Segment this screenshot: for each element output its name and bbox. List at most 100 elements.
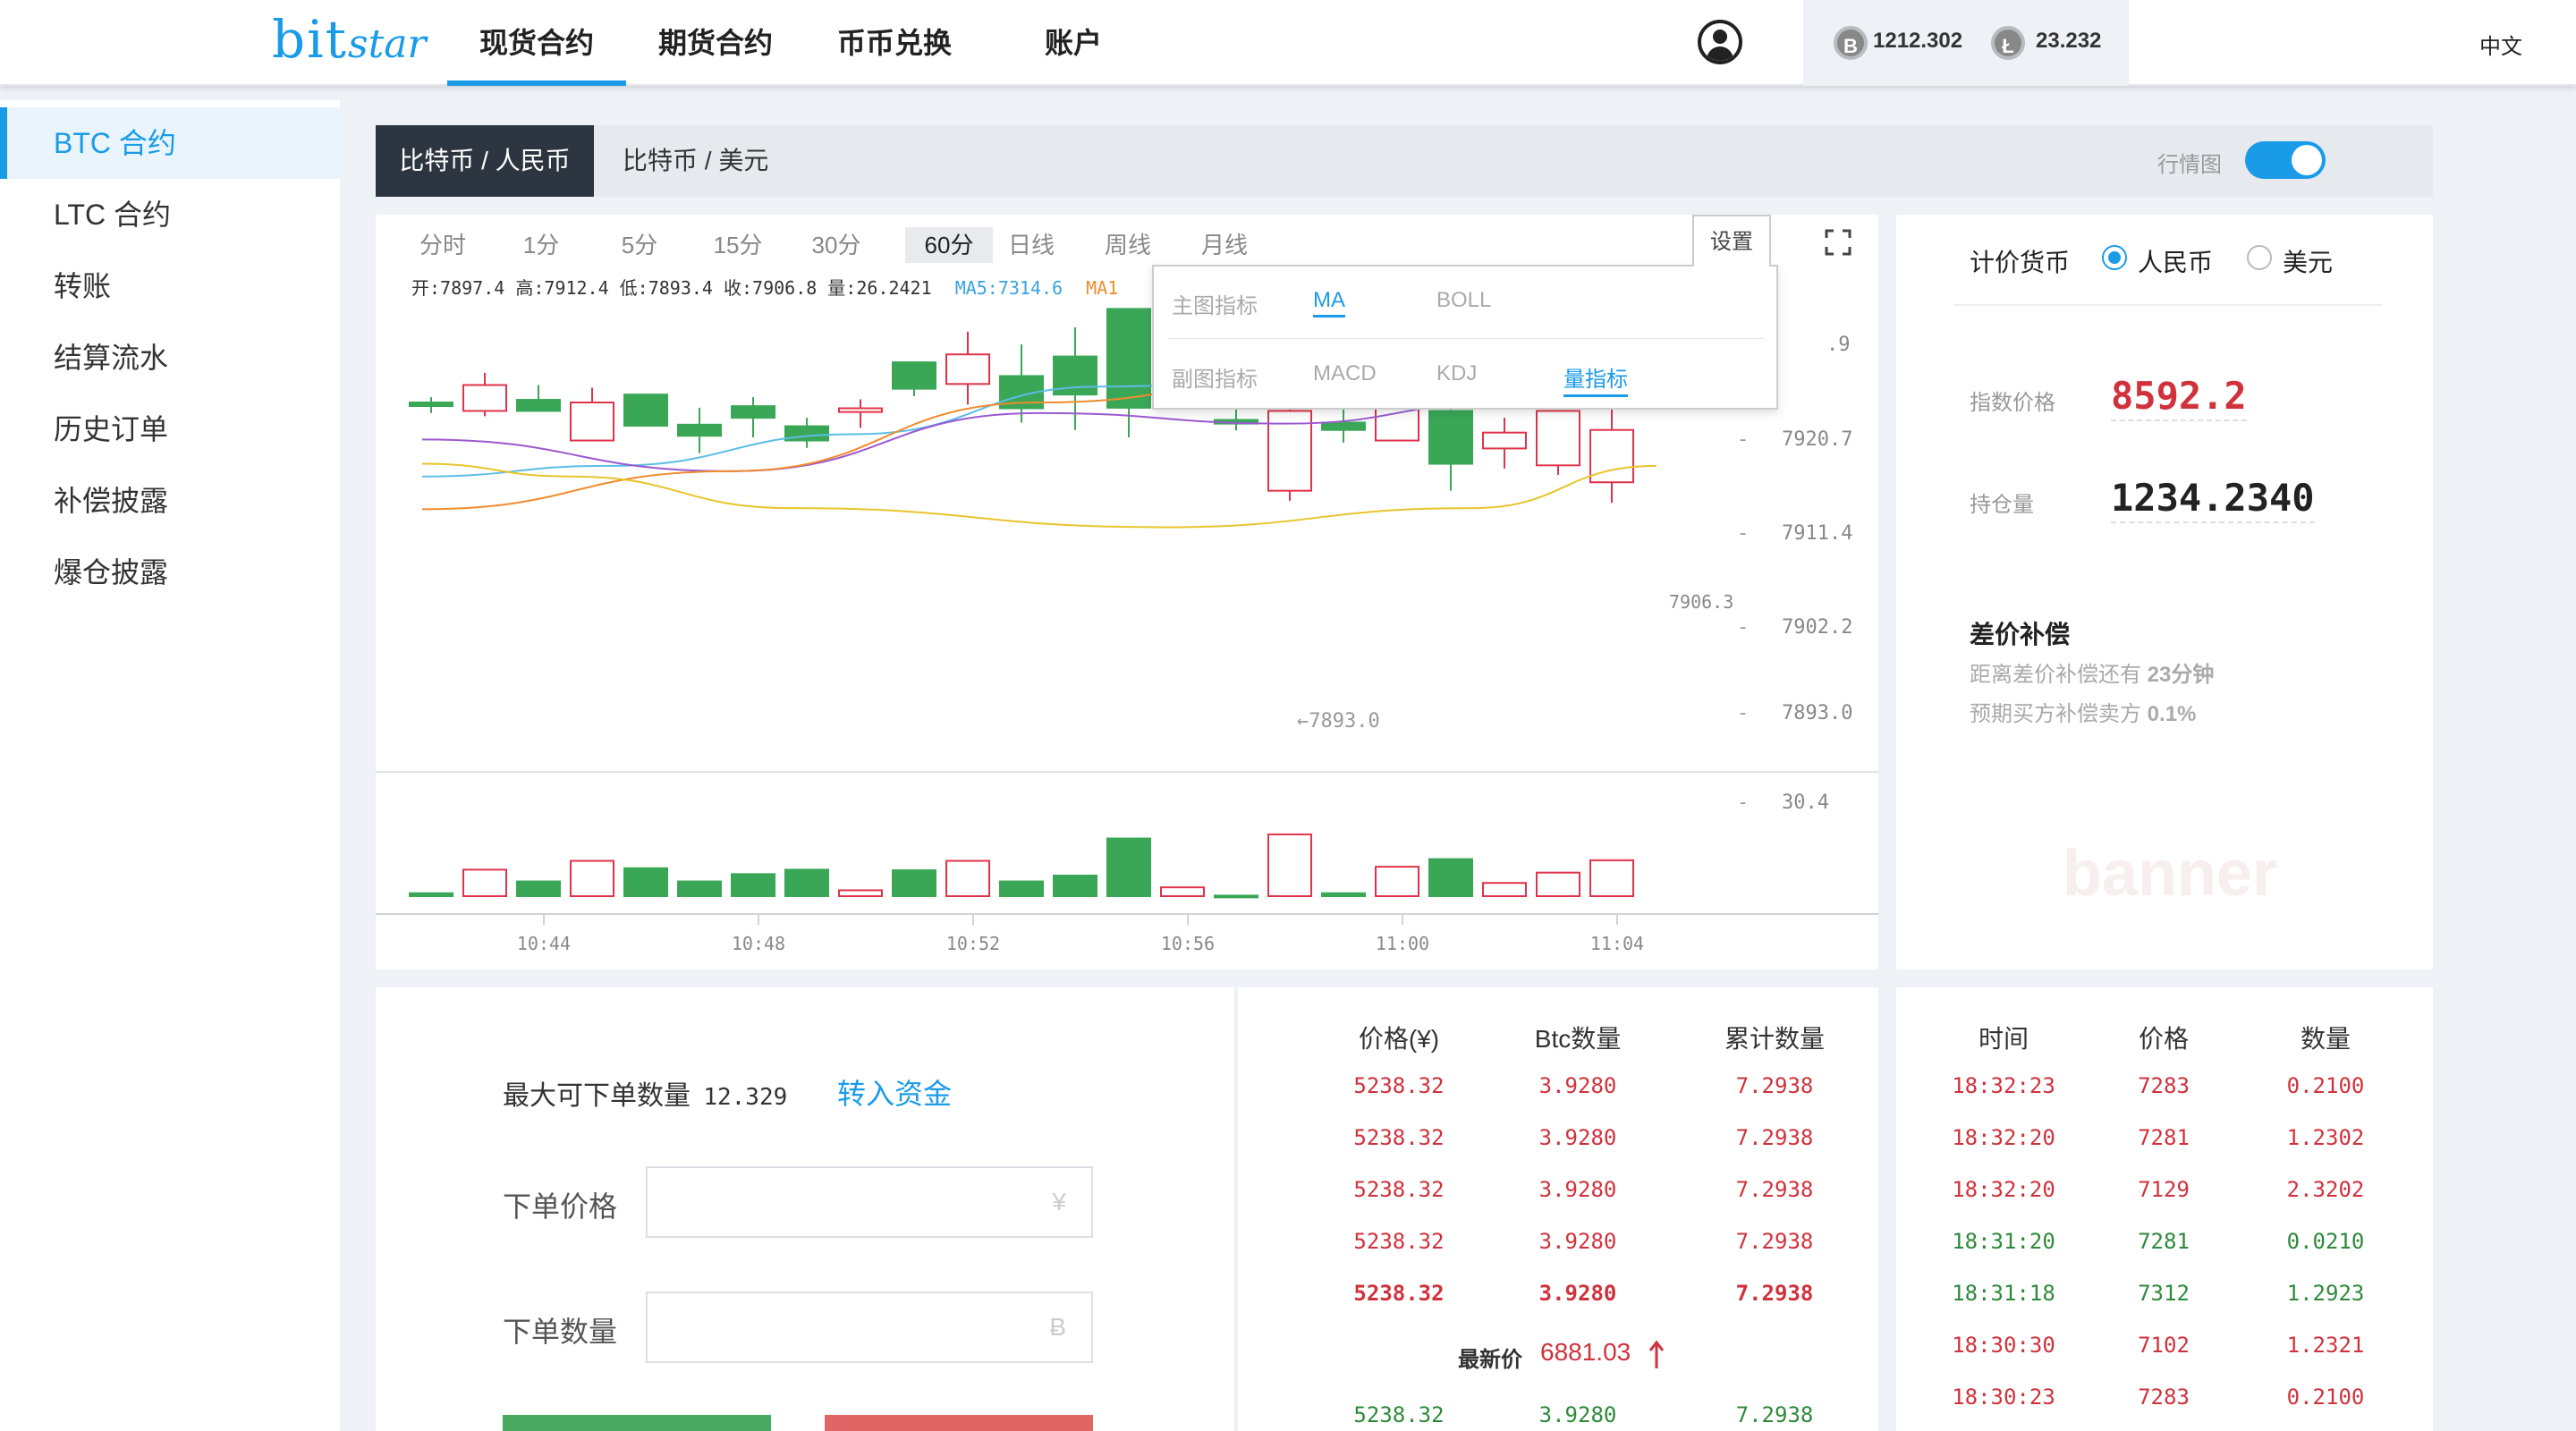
indicator-option-kdj[interactable]: KDJ [1436, 361, 1477, 386]
btc-balance: 1212.302 [1873, 29, 1963, 53]
radio-cny-label[interactable]: 人民币 [2138, 243, 2213, 279]
compensation-line1: 距离差价补偿还有 23分钟 [1970, 656, 2214, 688]
nav-tab-coin-exchange[interactable]: 币币兑换 [823, 0, 966, 86]
trade-price: 7283 [2138, 1384, 2190, 1410]
sidebar-item-history-orders[interactable]: 历史订单 [0, 394, 340, 465]
latest-price-label: 最新价 [1458, 1348, 1522, 1372]
volume-bar [1214, 894, 1258, 899]
ask-price[interactable]: 5238.32 [1327, 1281, 1470, 1306]
popup-divider [1168, 338, 1764, 339]
sidebar-item-transfer[interactable]: 转账 [0, 250, 340, 322]
logo-bit: bit [272, 9, 348, 70]
volume-bar [1267, 833, 1312, 898]
language-switch[interactable]: 中文 [2479, 29, 2522, 60]
ask-qty: 3.9280 [1538, 1177, 1617, 1202]
sidebar-item-ltc-contract[interactable]: LTC 合约 [0, 179, 340, 250]
volume-bar [462, 868, 507, 897]
price-axis-label: 7911.4 [1782, 522, 1852, 545]
sidebar-item-compensation[interactable]: 补偿披露 [0, 465, 340, 537]
pair-tab-btc-cny[interactable]: 比特币 / 人民币 [376, 125, 594, 197]
time-axis-label: 10:56 [1161, 933, 1215, 954]
user-avatar-icon[interactable] [1698, 20, 1742, 64]
nav-tab-spot-contract[interactable]: 现货合约 [447, 0, 626, 86]
radio-usd-label[interactable]: 美元 [2283, 243, 2333, 279]
bid-qty: 3.9280 [1538, 1402, 1617, 1427]
candle-body [1106, 308, 1151, 409]
candle-body [623, 394, 668, 428]
ask-price[interactable]: 5238.32 [1327, 1125, 1470, 1150]
currency-label: 计价货币 [1970, 249, 2071, 276]
nav-tab-futures-contract[interactable]: 期货合约 [644, 0, 787, 86]
order-qty-label: 下单数量 [503, 1316, 618, 1348]
order-price-input[interactable] [657, 1177, 1032, 1229]
sell-button[interactable] [825, 1415, 1093, 1431]
position-value: 1234.2340 [2111, 476, 2315, 523]
latest-price-value: 6881.03 [1540, 1338, 1631, 1366]
banner-placeholder[interactable]: banner [2063, 837, 2277, 910]
volume-bar [1428, 858, 1473, 897]
ask-qty: 3.9280 [1538, 1281, 1617, 1306]
last-price-label: 7906.3 [1669, 591, 1733, 613]
sidebar: BTC 合约 LTC 合约 转账 结算流水 历史订单 补偿披露 爆仓披露 [0, 100, 340, 1431]
trade-qty: 1.2321 [2286, 1333, 2365, 1358]
compensation-line2: 预期买方补偿卖方 0.1% [1970, 696, 2196, 727]
compensation-line1-prefix: 距离差价补偿还有 [1970, 663, 2141, 687]
market-chart-toggle[interactable] [2245, 141, 2326, 179]
bid-price[interactable]: 5238.32 [1327, 1402, 1470, 1427]
price-tick-mark: - [1737, 702, 1749, 724]
indicator-option-volume[interactable]: 量指标 [1563, 361, 1628, 397]
litecoin-icon: Ł [1991, 26, 2025, 60]
indicator-option-macd[interactable]: MACD [1313, 361, 1377, 386]
cny-unit-icon: ¥ [1052, 1188, 1066, 1215]
ask-cumulative: 7.2938 [1735, 1125, 1814, 1150]
price-tick-mark: - [1737, 522, 1749, 545]
ask-price[interactable]: 5238.32 [1327, 1177, 1470, 1202]
volume-bar [1536, 871, 1580, 897]
volume-bar [838, 889, 883, 898]
volume-bar [409, 892, 453, 897]
price-tick-mark: - [1737, 428, 1749, 451]
ask-price[interactable]: 5238.32 [1327, 1073, 1470, 1098]
nav-tab-account[interactable]: 账户 [1020, 0, 1127, 86]
order-price-field[interactable]: ¥ [646, 1166, 1093, 1238]
book-header-price: 价格(¥) [1358, 1025, 1440, 1053]
btc-unit-icon: Ƀ [1049, 1313, 1066, 1341]
volume-tick-mark: - [1737, 792, 1749, 814]
sidebar-item-liquidation[interactable]: 爆仓披露 [0, 537, 340, 608]
order-qty-input[interactable] [657, 1302, 1032, 1354]
order-qty-field[interactable]: Ƀ [646, 1291, 1093, 1363]
ask-qty: 3.9280 [1538, 1125, 1617, 1150]
trade-time: 18:32:23 [1952, 1073, 2055, 1098]
radio-usd[interactable] [2247, 245, 2272, 270]
time-axis-label: 11:04 [1590, 933, 1644, 954]
market-chart-label: 行情图 [2157, 153, 2222, 177]
sidebar-item-settlement[interactable]: 结算流水 [0, 322, 340, 394]
time-axis-label: 11:00 [1376, 933, 1429, 954]
position-label: 持仓量 [1970, 493, 2034, 517]
order-panel: 最大可下单数量 12.329 转入资金 下单价格 ¥ 下单数量 Ƀ [376, 987, 1234, 1431]
trade-price: 7129 [2138, 1177, 2190, 1202]
logo[interactable]: bitstar [272, 9, 427, 70]
trades-header-qty: 数量 [2300, 1025, 2351, 1053]
indicator-option-boll[interactable]: BOLL [1436, 288, 1491, 313]
chart-settings-button[interactable]: 设置 [1692, 215, 1771, 267]
transfer-funds-link[interactable]: 转入资金 [837, 1071, 952, 1113]
volume-axis-label: 30.4 [1782, 792, 1829, 814]
trade-price: 7102 [2138, 1333, 2190, 1358]
top-navbar: bitstar 现货合约 期货合约 币币兑换 账户 B 1212.302 Ł 2… [0, 0, 2576, 86]
ask-price[interactable]: 5238.32 [1327, 1229, 1470, 1254]
radio-cny[interactable] [2102, 245, 2127, 270]
volume-bar [1160, 886, 1205, 898]
time-axis-label: 10:44 [517, 933, 571, 954]
price-axis-label: 7920.7 [1782, 428, 1852, 451]
index-price-value: 8592.2 [2111, 374, 2247, 421]
indicator-option-ma[interactable]: MA [1313, 288, 1345, 318]
sub-indicator-label: 副图指标 [1172, 368, 1258, 392]
buy-button[interactable] [503, 1415, 771, 1431]
fullscreen-icon[interactable] [1825, 229, 1852, 256]
trades-header-time: 时间 [1978, 1025, 2029, 1053]
ltc-balance: 23.232 [2036, 29, 2102, 53]
price-axis-label: .9 [1826, 334, 1851, 356]
pair-tab-btc-usd[interactable]: 比特币 / 美元 [623, 125, 768, 197]
sidebar-item-btc-contract[interactable]: BTC 合约 [0, 107, 340, 179]
